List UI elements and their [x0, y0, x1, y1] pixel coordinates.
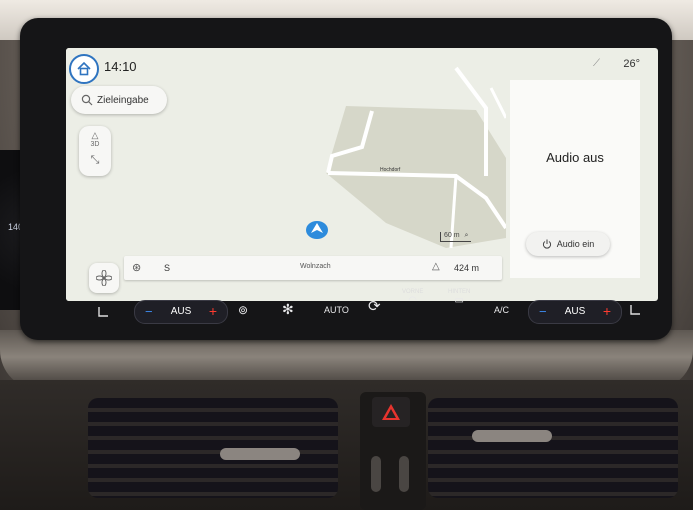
- expand-icon: ⤡: [90, 154, 100, 166]
- vent-slider-right[interactable]: [399, 456, 409, 492]
- 3d-view-button[interactable]: △ 3D: [79, 130, 111, 150]
- compass-heading-icon: ⊛: [132, 262, 142, 274]
- navigation-arrow-icon: [306, 221, 328, 239]
- seat-heat-icon: [630, 305, 640, 315]
- vent-slider-left[interactable]: [371, 456, 381, 492]
- seat-heat-icon: [98, 307, 108, 317]
- audio-panel: Audio aus Audio ein: [510, 80, 640, 278]
- street-label: Hochdorf: [380, 167, 401, 173]
- audio-on-button[interactable]: Audio ein: [526, 232, 610, 256]
- steering-wheel-heat-button[interactable]: ⊚: [238, 303, 248, 317]
- hazard-button[interactable]: [372, 397, 410, 427]
- auto-climate-button[interactable]: AUTO: [324, 305, 349, 315]
- map-view-controls: △ 3D ⤡: [79, 126, 111, 176]
- driver-temp-up-button[interactable]: +: [209, 303, 217, 319]
- navigation-info-bar[interactable]: ⊛ S Wolnzach △ 424 m: [124, 256, 502, 280]
- hazard-icon: [382, 404, 400, 420]
- passenger-temp-control[interactable]: − AUS +: [528, 300, 622, 324]
- search-label: Zieleingabe: [97, 94, 149, 106]
- power-icon: [542, 239, 551, 249]
- home-button[interactable]: [69, 54, 99, 84]
- fan-speed-button[interactable]: ✻: [282, 301, 294, 318]
- outside-temperature: 26°: [623, 58, 640, 70]
- ac-button[interactable]: A/C: [494, 305, 509, 315]
- passenger-temp-up-button[interactable]: +: [603, 303, 611, 319]
- driver-temp-control[interactable]: − AUS +: [134, 300, 228, 324]
- audio-status-title: Audio aus: [546, 150, 604, 165]
- map-scale: 60 m ⌕: [440, 232, 472, 242]
- status-time: 14:10: [104, 59, 137, 74]
- home-icon: [77, 62, 91, 76]
- fan-icon: ✻: [282, 301, 294, 317]
- scale-label: 60 m: [444, 232, 460, 239]
- zoom-icon: ⌕: [464, 232, 469, 239]
- left-air-vent: [88, 398, 338, 498]
- ac-label: A/C: [494, 305, 510, 315]
- altitude-label: 424 m: [454, 263, 480, 273]
- current-location-label: Wolnzach: [300, 263, 331, 270]
- audio-on-label: Audio ein: [556, 239, 595, 249]
- front-defrost-icon: ◠: [408, 295, 418, 306]
- heated-seat-left-button[interactable]: [96, 305, 110, 321]
- climate-control-bar: − AUS + ⊚ ✻ AUTO ⟳ VORNE ◠ HINTEN ▭ A/C …: [88, 283, 648, 331]
- left-vent-knob[interactable]: [220, 448, 300, 460]
- front-defrost-button[interactable]: VORNE ◠: [402, 289, 423, 306]
- search-icon: [77, 94, 97, 106]
- recirculation-button[interactable]: ⟳: [368, 297, 381, 315]
- rear-defrost-button[interactable]: HINTEN ▭: [448, 289, 470, 306]
- destination-search-button[interactable]: Zieleingabe: [71, 86, 167, 114]
- rear-defrost-icon: ▭: [454, 295, 464, 306]
- current-position-marker: [306, 220, 328, 245]
- altitude-icon: △: [432, 261, 440, 272]
- steering-wheel-icon: ⊚: [238, 303, 249, 317]
- heading-label: S: [164, 263, 171, 273]
- recirculation-icon: ⟳: [368, 298, 381, 315]
- right-air-vent: [428, 398, 678, 498]
- infotainment-screen: Hochdorf 60 m ⌕ 14:10 Zieleingabe △ 3D ⤡…: [66, 48, 658, 301]
- fullscreen-button[interactable]: ⤡: [79, 154, 111, 174]
- right-vent-knob[interactable]: [472, 430, 552, 442]
- heated-seat-right-button[interactable]: [628, 303, 642, 319]
- auto-label: AUTO: [324, 305, 349, 315]
- view-mode-label: 3D: [90, 141, 100, 148]
- phone-signal-icon: ⟋: [593, 58, 600, 69]
- compass-icon: △: [91, 130, 99, 140]
